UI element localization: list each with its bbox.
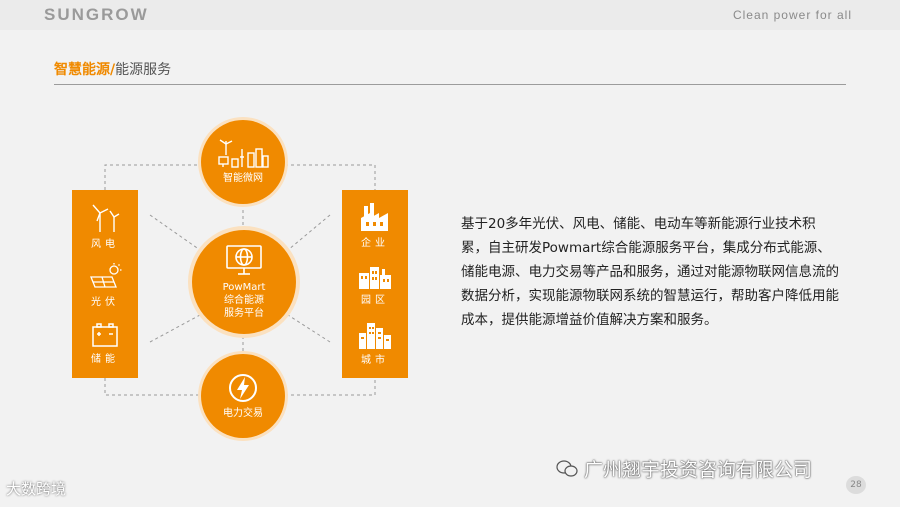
powmart-line1: PowMart (222, 282, 266, 293)
section-title-accent: 智慧能源/ (54, 62, 116, 78)
powmart-diagram: 智能微网 PowMart 综合能源 服务平台 电力交易 风电 光伏 储能 企业 … (60, 110, 420, 440)
powmart-platform-node: PowMart 综合能源 服务平台 (192, 230, 296, 334)
solar-label: 光伏 (91, 297, 119, 309)
brand-logo: SUNGROW (44, 5, 149, 24)
customer-panel: 企业 园区 城市 (342, 190, 408, 378)
battery-icon (92, 323, 118, 347)
wind-label: 风电 (91, 238, 119, 250)
section-title: 智慧能源/能源服务 (54, 59, 171, 79)
bottom-left-watermark: 大数跨境 (6, 480, 67, 498)
power-trading-node: 电力交易 (201, 354, 285, 438)
storage-label: 储能 (91, 354, 119, 366)
powmart-line2: 综合能源 (223, 295, 264, 306)
industrial-park-icon (359, 267, 391, 290)
watermark-company: 广州翘宇投资咨询有限公司 (584, 459, 813, 481)
park-item: 园区 (357, 261, 393, 306)
city-label: 城市 (361, 354, 389, 366)
wind-turbine-icon (92, 204, 120, 232)
description-text: 基于20多年光伏、风电、储能、电动车等新能源行业技术积累，自主研发Powmart… (461, 216, 839, 328)
title-divider (54, 84, 846, 85)
page-number: 28 (846, 476, 866, 494)
enterprise-label: 企业 (361, 238, 389, 250)
wechat-watermark: 广州翘宇投资咨询有限公司 (556, 455, 812, 482)
top-bar: SUNGROW Clean power for all (0, 0, 900, 30)
city-item: 城市 (357, 319, 393, 366)
park-label: 园区 (361, 295, 389, 307)
powmart-label: PowMart 综合能源 服务平台 (223, 281, 266, 320)
enterprise-item: 企业 (358, 202, 392, 249)
section-title-rest: 能源服务 (115, 62, 172, 78)
wechat-icon (556, 459, 578, 477)
tagline: Clean power for all (732, 8, 852, 22)
city-buildings-icon (359, 322, 391, 349)
factory-icon (361, 203, 388, 232)
microgrid-label: 智能微网 (223, 173, 263, 184)
power-trading-label: 电力交易 (223, 408, 263, 419)
powmart-line3: 服务平台 (223, 308, 264, 319)
energy-source-panel: 风电 光伏 储能 (72, 190, 138, 378)
lightning-icon (229, 374, 257, 402)
storage-item: 储能 (90, 322, 120, 365)
wind-item: 风电 (88, 203, 122, 250)
globe-monitor-icon (226, 245, 262, 275)
microgrid-icon (218, 139, 269, 168)
solar-item: 光伏 (88, 263, 122, 308)
solar-panel-icon (90, 263, 122, 289)
microgrid-node: 智能微网 (201, 120, 285, 204)
